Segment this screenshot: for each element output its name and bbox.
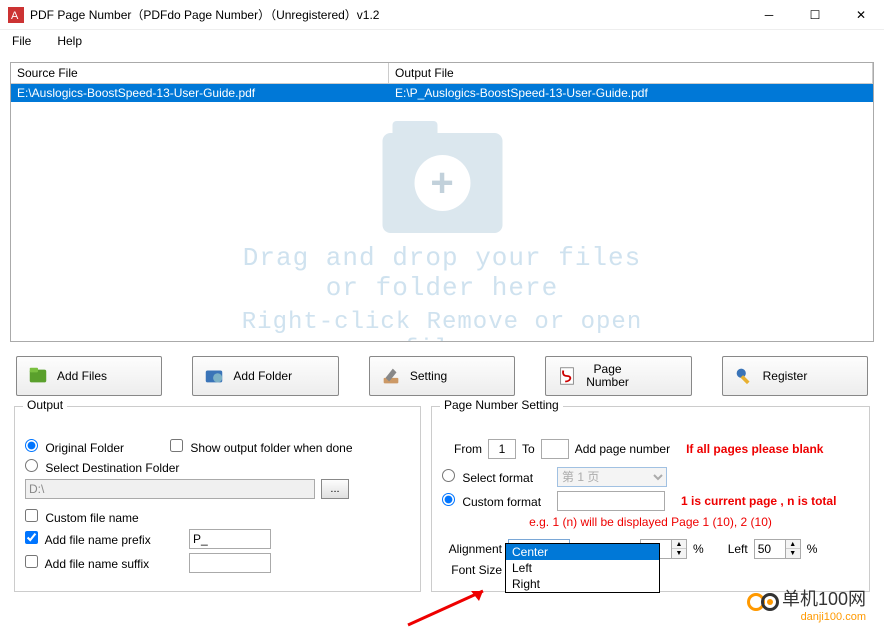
- suffix-input[interactable]: [189, 553, 271, 573]
- cell-source: E:\Auslogics-BoostSpeed-13-User-Guide.pd…: [11, 84, 389, 102]
- custom-format-input[interactable]: [557, 491, 665, 511]
- browse-button[interactable]: ...: [321, 479, 349, 499]
- alignment-dropdown[interactable]: Center Left Right: [505, 543, 660, 593]
- file-list[interactable]: Source File Output File E:\Auslogics-Boo…: [10, 62, 874, 342]
- select-dest-radio[interactable]: Select Destination Folder: [25, 459, 179, 475]
- custom-hint: 1 is current page , n is total: [681, 494, 836, 508]
- custom-name-checkbox[interactable]: Custom file name: [25, 509, 183, 525]
- left-spinner[interactable]: ▲▼: [754, 539, 801, 559]
- add-page-label: Add page number: [575, 442, 670, 456]
- align-opt-right[interactable]: Right: [506, 576, 659, 592]
- folder-icon: +: [382, 133, 502, 233]
- col-source[interactable]: Source File: [11, 63, 389, 84]
- setting-button[interactable]: Setting: [369, 356, 515, 396]
- add-files-button[interactable]: Add Files: [16, 356, 162, 396]
- up-arrow-icon[interactable]: ▲: [786, 540, 800, 549]
- output-panel-title: Output: [23, 398, 67, 412]
- example-text: e.g. 1 (n) will be displayed Page 1 (10)…: [529, 515, 772, 529]
- to-label: To: [522, 442, 535, 456]
- suffix-checkbox[interactable]: Add file name suffix: [25, 555, 183, 571]
- register-button[interactable]: Register: [722, 356, 868, 396]
- custom-format-radio[interactable]: Custom format: [442, 493, 541, 509]
- window-title: PDF Page Number（PDFdo Page Number）（Unreg…: [30, 6, 746, 23]
- titlebar: A PDF Page Number（PDFdo Page Number）（Unr…: [0, 0, 884, 30]
- app-icon: A: [8, 7, 24, 23]
- menu-file[interactable]: File: [8, 32, 35, 50]
- toolbar: Add Files Add Folder Setting Page Number…: [16, 356, 868, 396]
- pdf-icon: [556, 365, 578, 387]
- close-button[interactable]: ✕: [838, 0, 884, 30]
- page-number-panel-title: Page Number Setting: [440, 398, 563, 412]
- from-label: From: [442, 442, 482, 456]
- minimize-button[interactable]: ─: [746, 0, 792, 30]
- fontsize-label: Font Size: [442, 563, 502, 577]
- cell-output: E:\P_Auslogics-BoostSpeed-13-User-Guide.…: [389, 84, 873, 102]
- up-arrow-icon[interactable]: ▲: [672, 540, 686, 549]
- from-input[interactable]: [488, 439, 516, 459]
- select-format-radio[interactable]: Select format: [442, 469, 533, 485]
- page-number-button[interactable]: Page Number: [545, 356, 691, 396]
- show-folder-checkbox[interactable]: Show output folder when done: [170, 439, 352, 455]
- alignment-label: Alignment: [442, 542, 502, 556]
- register-icon: [733, 365, 755, 387]
- down-arrow-icon[interactable]: ▼: [672, 549, 686, 558]
- add-folder-button[interactable]: Add Folder: [192, 356, 338, 396]
- down-arrow-icon[interactable]: ▼: [786, 549, 800, 558]
- add-files-icon: [27, 365, 49, 387]
- original-folder-radio[interactable]: Original Folder: [25, 439, 124, 455]
- add-folder-icon: [203, 365, 225, 387]
- to-input[interactable]: [541, 439, 569, 459]
- maximize-button[interactable]: ☐: [792, 0, 838, 30]
- menubar: File Help: [0, 30, 884, 52]
- dest-path-input: [25, 479, 315, 499]
- align-opt-left[interactable]: Left: [506, 560, 659, 576]
- page-number-panel: Page Number Setting From To Add page num…: [431, 406, 870, 592]
- drop-hint: + Drag and drop your files or folder her…: [227, 133, 658, 342]
- align-opt-center[interactable]: Center: [506, 544, 659, 560]
- format-select: 第 1 页: [557, 467, 667, 487]
- left-label: Left: [728, 542, 748, 556]
- output-panel: Output Original Folder Show output folde…: [14, 406, 421, 592]
- menu-help[interactable]: Help: [53, 32, 86, 50]
- file-row[interactable]: E:\Auslogics-BoostSpeed-13-User-Guide.pd…: [11, 84, 873, 102]
- prefix-checkbox[interactable]: Add file name prefix: [25, 531, 183, 547]
- setting-icon: [380, 365, 402, 387]
- blank-hint: If all pages please blank: [686, 442, 823, 456]
- col-output[interactable]: Output File: [389, 63, 873, 84]
- svg-text:A: A: [11, 10, 19, 22]
- prefix-input[interactable]: [189, 529, 271, 549]
